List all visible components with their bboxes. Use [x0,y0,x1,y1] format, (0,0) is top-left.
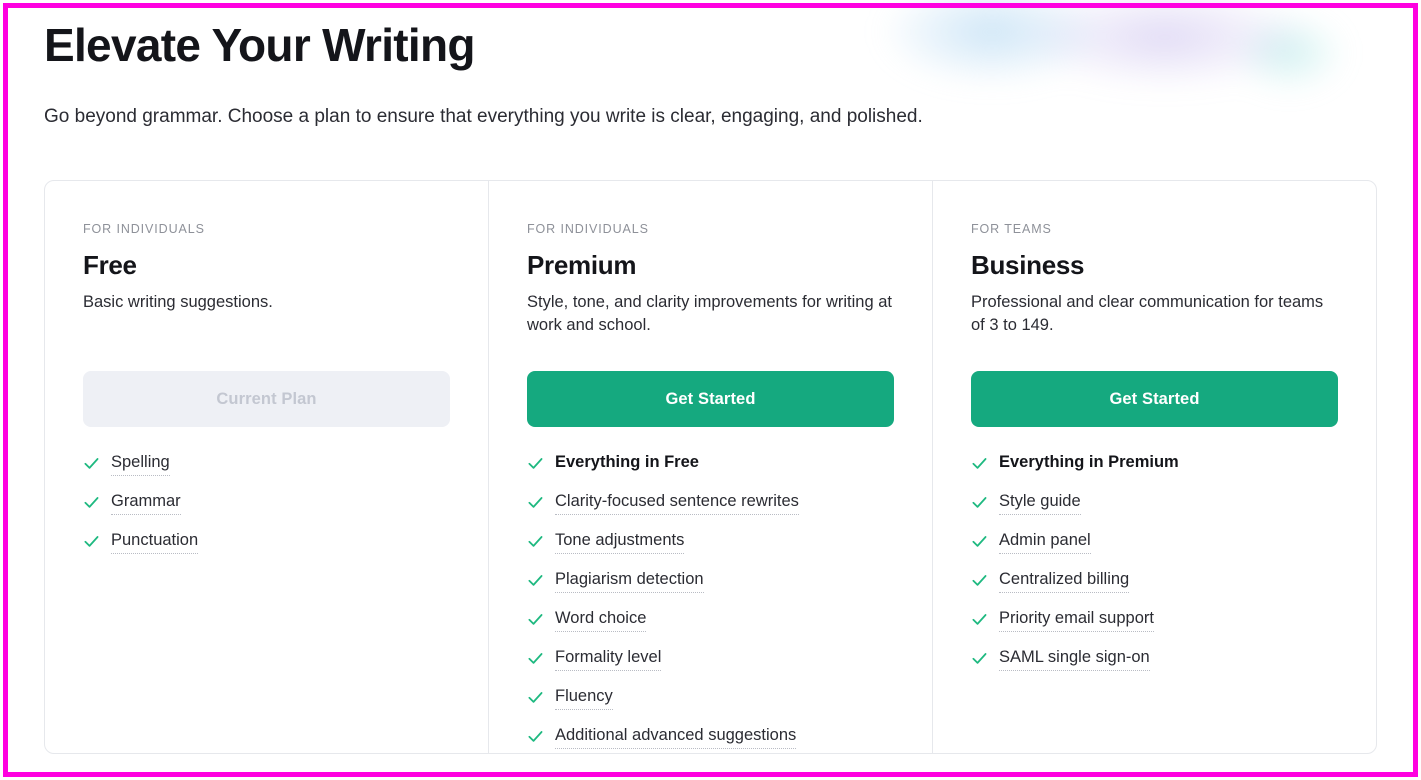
feature-label[interactable]: Additional advanced suggestions [555,724,797,749]
page-content: Elevate Your Writing Go beyond grammar. … [0,18,1421,754]
feature-item: Clarity-focused sentence rewrites [527,490,894,515]
check-icon [527,689,544,706]
feature-item: Fluency [527,685,894,710]
check-icon [971,533,988,550]
feature-item: Style guide [971,490,1338,515]
plan-column-free: FOR INDIVIDUALS Free Basic writing suggest… [45,181,489,753]
feature-label[interactable]: Spelling [111,451,170,476]
plan-eyebrow: FOR INDIVIDUALS [83,222,205,236]
check-icon [971,650,988,667]
plan-name: Business [971,250,1085,280]
check-icon [971,455,988,472]
feature-item: Plagiarism detection [527,568,894,593]
feature-label[interactable]: Word choice [555,607,647,632]
check-icon [971,611,988,628]
feature-list: Spelling Grammar Punctuation [83,451,450,554]
feature-item: Tone adjustments [527,529,894,554]
page-title: Elevate Your Writing [44,19,475,71]
plan-description: Basic writing suggestions. [83,293,273,311]
feature-label[interactable]: Clarity-focused sentence rewrites [555,490,799,515]
feature-label[interactable]: Fluency [555,685,613,710]
check-icon [527,455,544,472]
feature-item: SAML single sign-on [971,646,1338,671]
feature-item: Formality level [527,646,894,671]
feature-item: Punctuation [83,529,450,554]
feature-label[interactable]: Grammar [111,490,181,515]
plan-description: Style, tone, and clarity improvements fo… [527,293,892,334]
feature-label[interactable]: SAML single sign-on [999,646,1150,671]
feature-label[interactable]: Formality level [555,646,662,671]
current-plan-button: Current Plan [83,371,450,427]
feature-label[interactable]: Plagiarism detection [555,568,704,593]
feature-item: Admin panel [971,529,1338,554]
feature-item: Grammar [83,490,450,515]
plan-name: Free [83,250,137,280]
plan-column-premium: FOR INDIVIDUALS Premium Style, tone, and c… [489,181,933,753]
check-icon [83,494,100,511]
check-icon [527,650,544,667]
check-icon [527,572,544,589]
plan-name: Premium [527,250,637,280]
feature-label: Everything in Free [555,453,699,471]
check-icon [527,494,544,511]
feature-list: Everything in Free Clarity-focused senten… [527,451,894,749]
feature-item: Word choice [527,607,894,632]
plan-comparison-table: FOR INDIVIDUALS Free Basic writing suggest… [44,180,1377,754]
plan-eyebrow: FOR INDIVIDUALS [527,222,649,236]
page-subtitle: Go beyond grammar. Choose a plan to ensu… [44,106,923,127]
feature-label[interactable]: Punctuation [111,529,199,554]
check-icon [527,611,544,628]
get-started-button-business[interactable]: Get Started [971,371,1338,427]
feature-item: Everything in Premium [971,451,1338,476]
feature-label[interactable]: Priority email support [999,607,1154,632]
feature-item: Spelling [83,451,450,476]
get-started-button-premium[interactable]: Get Started [527,371,894,427]
feature-label: Everything in Premium [999,453,1179,471]
plan-column-business: FOR TEAMS Business Professional and clear … [933,181,1376,753]
feature-label[interactable]: Admin panel [999,529,1091,554]
feature-label[interactable]: Tone adjustments [555,529,685,554]
check-icon [527,533,544,550]
plan-description: Professional and clear communication for… [971,293,1324,334]
check-icon [83,533,100,550]
feature-item: Additional advanced suggestions [527,724,894,749]
feature-item: Centralized billing [971,568,1338,593]
feature-list: Everything in Premium Style guide Admin pa… [971,451,1338,671]
check-icon [971,494,988,511]
check-icon [83,455,100,472]
pricing-page: Elevate Your Writing Go beyond grammar. … [0,0,1421,780]
feature-label[interactable]: Style guide [999,490,1081,515]
feature-item: Everything in Free [527,451,894,476]
feature-item: Priority email support [971,607,1338,632]
plan-eyebrow: FOR TEAMS [971,222,1052,236]
feature-label[interactable]: Centralized billing [999,568,1130,593]
check-icon [971,572,988,589]
check-icon [527,728,544,745]
